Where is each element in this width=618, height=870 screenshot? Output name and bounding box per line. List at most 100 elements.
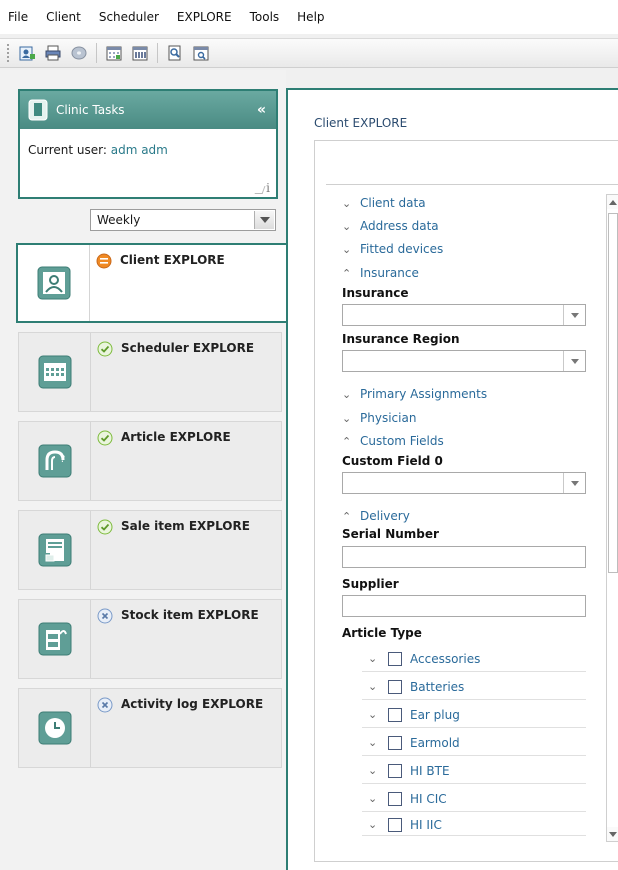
resize-grip[interactable] (254, 186, 266, 194)
section-delivery[interactable]: ⌃ Delivery (342, 509, 410, 523)
new-client-icon[interactable] (16, 42, 38, 64)
section-label: Fitted devices (360, 242, 444, 256)
search-calendar-icon[interactable] (190, 42, 212, 64)
calendar-icon[interactable] (103, 42, 125, 64)
article-type-label: HI IIC (410, 817, 442, 832)
article-type-label: Batteries (410, 679, 465, 694)
insurance-label: Insurance (342, 286, 409, 300)
menu-file[interactable]: File (8, 10, 28, 24)
client-icon (18, 245, 90, 321)
article-type-label: Earmold (410, 735, 460, 750)
chevron-down-icon[interactable] (563, 473, 585, 493)
section-address-data[interactable]: ⌄ Address data (342, 219, 439, 233)
article-type-checkbox[interactable] (388, 735, 402, 750)
sale-item-icon (19, 511, 91, 589)
supplier-label: Supplier (342, 577, 399, 591)
current-user-label: Current user: (28, 143, 107, 157)
module-client-explore[interactable]: Client EXPLORE (16, 243, 288, 323)
find-icon[interactable] (164, 42, 186, 64)
scrollbar-thumb[interactable] (608, 213, 618, 573)
section-insurance[interactable]: ⌃ Insurance (342, 266, 419, 280)
article-type-hi-cic[interactable]: ⌄ HI CIC (362, 786, 586, 812)
module-article-explore[interactable]: ? Article EXPLORE (18, 421, 282, 501)
clock-icon (19, 689, 91, 767)
status-check-icon (97, 519, 113, 535)
form-scrollbar[interactable] (606, 194, 618, 842)
toolbar-grip[interactable] (6, 43, 10, 63)
module-sale-item-explore[interactable]: Sale item EXPLORE (18, 510, 282, 590)
insurance-region-select[interactable] (342, 350, 586, 372)
serial-number-input[interactable] (342, 546, 586, 568)
article-type-checkbox[interactable] (388, 791, 402, 806)
section-label: Address data (360, 219, 439, 233)
menu-bar: File Client Scheduler EXPLORE Tools Help (0, 0, 618, 34)
supplier-input[interactable] (342, 595, 586, 617)
current-user-line: Current user: adm adm (20, 129, 276, 171)
calendar-week-icon[interactable] (129, 42, 151, 64)
section-label: Primary Assignments (360, 387, 488, 401)
chevron-down-icon[interactable]: ⌄ (368, 818, 380, 831)
article-type-checkbox[interactable] (388, 707, 402, 722)
section-client-data[interactable]: ⌄ Client data (342, 196, 426, 210)
article-type-checkbox[interactable] (388, 679, 402, 694)
status-check-icon (97, 341, 113, 357)
chevron-down-icon: ⌄ (342, 387, 352, 401)
chevron-down-icon[interactable]: ⌄ (368, 708, 380, 721)
chevron-down-icon[interactable] (254, 211, 274, 229)
disc-icon[interactable] (68, 42, 90, 64)
insurance-region-label: Insurance Region (342, 332, 460, 346)
status-x-icon (97, 697, 113, 713)
clinic-tasks-panel: Clinic Tasks « Current user: adm adm i (18, 89, 278, 199)
stock-item-icon (19, 600, 91, 678)
chevron-down-icon[interactable]: ⌄ (368, 764, 380, 777)
module-label: Scheduler EXPLORE (121, 341, 255, 355)
collapse-icon[interactable]: « (257, 102, 266, 118)
section-fitted-devices[interactable]: ⌄ Fitted devices (342, 242, 443, 256)
view-period-value: Weekly (97, 213, 141, 227)
chevron-up-icon: ⌃ (342, 434, 352, 448)
custom-field-0-select[interactable] (342, 472, 586, 494)
view-period-select[interactable]: Weekly (90, 209, 276, 231)
article-type-ear-plug[interactable]: ⌄ Ear plug (362, 702, 586, 728)
section-physician[interactable]: ⌄ Physician (342, 411, 416, 425)
article-type-label: HI BTE (410, 763, 450, 778)
chevron-down-icon[interactable]: ⌄ (368, 792, 380, 805)
chevron-down-icon[interactable]: ⌄ (368, 652, 380, 665)
chevron-down-icon[interactable]: ⌄ (368, 736, 380, 749)
current-user-value[interactable]: adm adm (111, 143, 168, 157)
print-icon[interactable] (42, 42, 64, 64)
scroll-up-icon[interactable] (607, 195, 618, 209)
clinic-tasks-icon (28, 99, 48, 121)
menu-explore[interactable]: EXPLORE (177, 10, 232, 24)
article-type-checkbox[interactable] (388, 817, 402, 832)
section-custom-fields[interactable]: ⌃ Custom Fields (342, 434, 444, 448)
chevron-down-icon[interactable] (563, 305, 585, 325)
info-icon[interactable]: i (266, 181, 270, 195)
article-type-accessories[interactable]: ⌄ Accessories (362, 646, 586, 672)
module-label: Activity log EXPLORE (121, 697, 264, 711)
chevron-down-icon[interactable]: ⌄ (368, 680, 380, 693)
article-type-checkbox[interactable] (388, 763, 402, 778)
article-type-hi-bte[interactable]: ⌄ HI BTE (362, 758, 586, 784)
module-activity-log-explore[interactable]: Activity log EXPLORE (18, 688, 282, 768)
section-primary-assignments[interactable]: ⌄ Primary Assignments (342, 387, 487, 401)
chevron-down-icon[interactable] (563, 351, 585, 371)
menu-help[interactable]: Help (297, 10, 324, 24)
clinic-tasks-title: Clinic Tasks (56, 103, 125, 117)
section-label: Insurance (360, 266, 419, 280)
article-type-hi-iic[interactable]: ⌄ HI IIC (362, 814, 586, 836)
clinic-tasks-header[interactable]: Clinic Tasks « (20, 91, 276, 129)
chevron-up-icon: ⌃ (342, 266, 352, 280)
insurance-select[interactable] (342, 304, 586, 326)
menu-tools[interactable]: Tools (250, 10, 280, 24)
module-scheduler-explore[interactable]: Scheduler EXPLORE (18, 332, 282, 412)
module-stock-item-explore[interactable]: Stock item EXPLORE (18, 599, 282, 679)
article-type-label: HI CIC (410, 791, 447, 806)
module-label: Sale item EXPLORE (121, 519, 250, 533)
article-type-batteries[interactable]: ⌄ Batteries (362, 674, 586, 700)
menu-client[interactable]: Client (46, 10, 81, 24)
scroll-down-icon[interactable] (607, 827, 618, 841)
article-type-earmold[interactable]: ⌄ Earmold (362, 730, 586, 756)
menu-scheduler[interactable]: Scheduler (99, 10, 159, 24)
article-type-checkbox[interactable] (388, 651, 402, 666)
